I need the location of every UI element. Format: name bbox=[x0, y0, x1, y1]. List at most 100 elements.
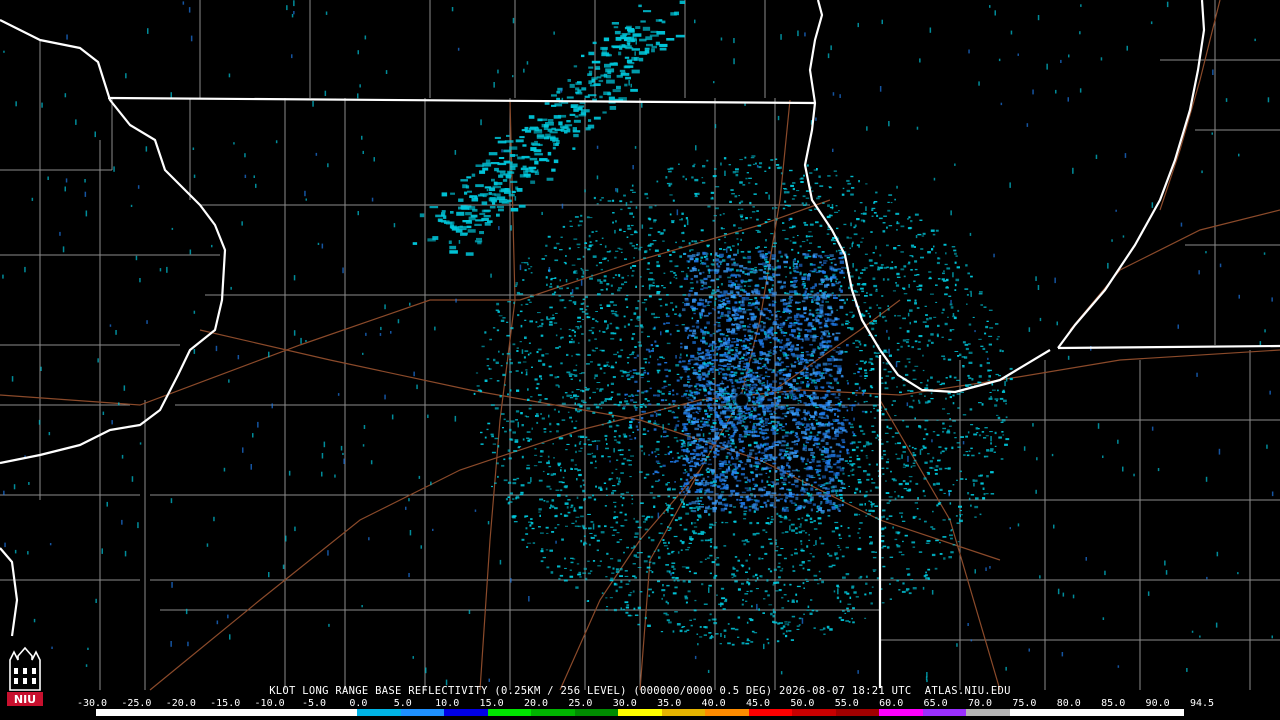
echo-pixel bbox=[997, 336, 1000, 338]
echo-pixel bbox=[494, 482, 497, 484]
echo-pixel bbox=[818, 175, 821, 178]
echo-pixel bbox=[634, 407, 638, 409]
echo-pixel bbox=[870, 231, 873, 233]
echo-pixel bbox=[854, 382, 859, 386]
echo-pixel bbox=[744, 358, 749, 361]
echo-pixel bbox=[621, 525, 625, 527]
echo-pixel bbox=[704, 493, 706, 496]
echo-pixel bbox=[800, 351, 804, 354]
echo-pixel bbox=[864, 494, 868, 497]
echo-pixel bbox=[784, 434, 789, 437]
echo-pixel bbox=[689, 465, 693, 468]
echo-pixel bbox=[819, 578, 822, 580]
echo-pixel bbox=[806, 361, 808, 364]
echo-pixel bbox=[625, 606, 629, 609]
echo-pixel bbox=[869, 293, 873, 296]
echo-pixel bbox=[754, 183, 758, 185]
echo-pixel bbox=[979, 513, 982, 516]
echo-pixel bbox=[826, 283, 830, 286]
echo-pixel bbox=[819, 289, 822, 292]
echo-pixel bbox=[785, 365, 790, 368]
echo-pixel bbox=[752, 488, 756, 490]
echo-pixel bbox=[552, 314, 555, 316]
echo-pixel bbox=[734, 195, 738, 198]
echo-pixel bbox=[560, 236, 563, 238]
echo-pixel bbox=[594, 467, 597, 469]
echo-pixel bbox=[755, 484, 758, 486]
echo-pixel bbox=[650, 414, 654, 417]
echo-pixel bbox=[812, 435, 817, 437]
echo-pixel bbox=[931, 467, 935, 469]
echo-pixel bbox=[516, 477, 520, 480]
echo-pixel bbox=[796, 493, 799, 496]
echo-pixel bbox=[790, 351, 793, 353]
echo-pixel bbox=[827, 345, 833, 348]
echo-pixel bbox=[598, 330, 601, 333]
echo-pixel bbox=[742, 414, 746, 417]
echo-pixel bbox=[716, 289, 720, 292]
echo-pixel bbox=[731, 314, 736, 317]
echo-pixel bbox=[631, 337, 634, 340]
echo-pixel bbox=[881, 315, 886, 318]
echo-pixel bbox=[885, 461, 889, 464]
echo-pixel bbox=[671, 221, 675, 224]
echo-pixel bbox=[685, 478, 689, 481]
echo-pixel bbox=[545, 549, 549, 551]
echo-pixel bbox=[734, 301, 738, 304]
echo-pixel bbox=[752, 163, 755, 165]
echo-pixel bbox=[847, 253, 851, 256]
echo-pixel bbox=[606, 443, 608, 445]
echo-pixel bbox=[592, 455, 596, 458]
echo-pixel bbox=[749, 391, 753, 393]
echo-pixel bbox=[950, 306, 954, 309]
echo-pixel bbox=[850, 423, 854, 426]
echo-pixel bbox=[745, 642, 750, 645]
echo-pixel bbox=[809, 612, 813, 615]
echo-pixel bbox=[957, 541, 960, 543]
echo-pixel bbox=[564, 502, 569, 505]
echo-pixel bbox=[507, 449, 511, 452]
echo-pixel bbox=[585, 269, 589, 271]
echo-pixel bbox=[778, 166, 782, 169]
echo-pixel bbox=[749, 443, 752, 446]
echo-pixel bbox=[652, 348, 654, 350]
echo-pixel bbox=[759, 328, 765, 331]
echo-pixel bbox=[678, 516, 683, 520]
echo-pixel bbox=[771, 426, 776, 429]
echo-pixel bbox=[783, 260, 788, 264]
echo-pixel bbox=[731, 263, 735, 266]
echo-pixel bbox=[782, 483, 787, 486]
echo-pixel bbox=[725, 297, 729, 300]
echo-pixel bbox=[865, 183, 868, 185]
echo-pixel bbox=[669, 270, 674, 273]
echo-pixel bbox=[570, 557, 574, 559]
echo-pixel bbox=[649, 248, 651, 251]
echo-pixel bbox=[824, 322, 828, 326]
echo-pixel bbox=[972, 479, 975, 482]
echo-pixel bbox=[667, 526, 669, 528]
echo-pixel bbox=[717, 316, 722, 319]
echo-pixel bbox=[605, 576, 608, 578]
echo-pixel bbox=[857, 402, 860, 405]
echo-pixel bbox=[540, 560, 544, 563]
echo-pixel bbox=[611, 534, 615, 536]
echo-pixel bbox=[687, 334, 692, 337]
echo-pixel bbox=[631, 498, 634, 500]
echo-pixel bbox=[705, 265, 710, 268]
echo-pixel bbox=[704, 558, 707, 560]
echo-pixel bbox=[558, 295, 562, 297]
echo-pixel bbox=[792, 281, 797, 283]
echo-pixel bbox=[728, 460, 731, 464]
echo-pixel bbox=[946, 413, 950, 415]
echo-pixel bbox=[787, 623, 790, 626]
echo-pixel bbox=[549, 422, 552, 426]
echo-pixel bbox=[477, 389, 482, 391]
echo-pixel bbox=[631, 375, 635, 378]
echo-pixel bbox=[843, 276, 845, 279]
echo-pixel bbox=[997, 389, 999, 392]
echo-pixel bbox=[812, 318, 815, 322]
echo-pixel bbox=[774, 412, 777, 414]
echo-pixel bbox=[781, 440, 785, 443]
echo-pixel bbox=[506, 334, 510, 337]
echo-pixel bbox=[685, 601, 688, 604]
